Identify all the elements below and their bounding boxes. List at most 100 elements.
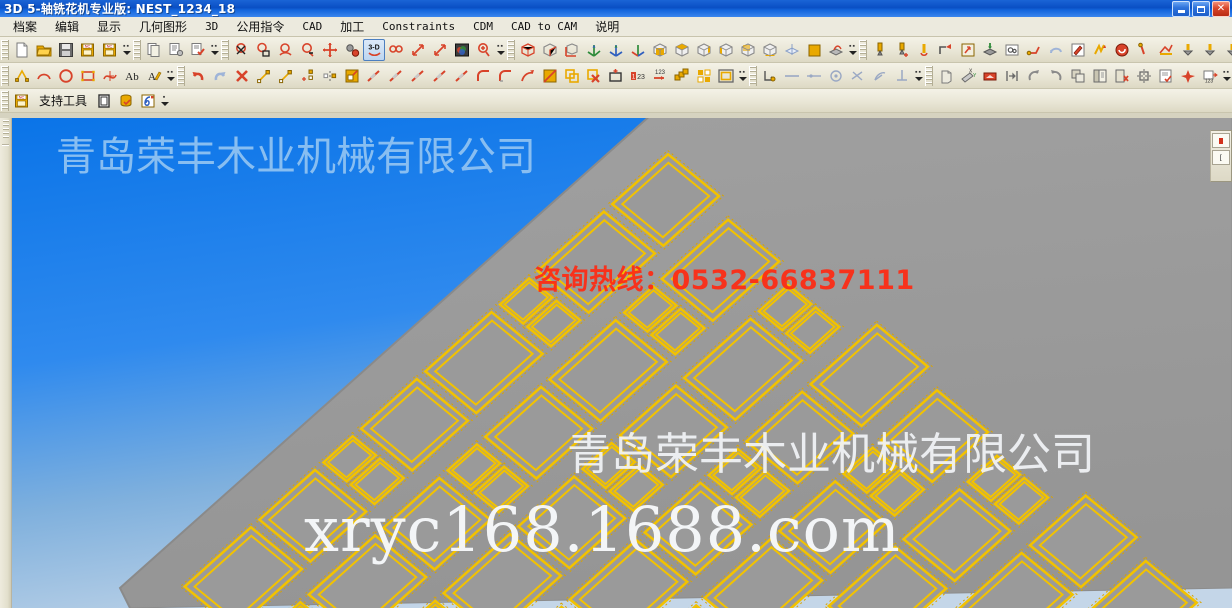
tool-swap-icon[interactable] (1221, 39, 1232, 61)
box-left-icon[interactable] (715, 39, 737, 61)
toolbar-group-grip[interactable] (859, 39, 867, 60)
square-diag-icon[interactable] (539, 65, 561, 87)
box-right-icon[interactable] (693, 39, 715, 61)
cylinder-check-icon[interactable] (115, 90, 137, 112)
copy-pages-icon[interactable] (143, 39, 165, 61)
toolbar-group-grip[interactable] (133, 39, 141, 60)
constrain-point-icon[interactable] (759, 65, 781, 87)
delete-x-icon[interactable] (231, 65, 253, 87)
new-document-icon[interactable] (11, 39, 33, 61)
menu-item-7[interactable]: 加工 (331, 16, 373, 37)
fillet-icon[interactable] (473, 65, 495, 87)
pan-move-icon[interactable] (319, 39, 341, 61)
toolbar-grip[interactable] (1, 65, 9, 86)
circle-icon[interactable] (55, 65, 77, 87)
toolbar-group-grip[interactable] (221, 39, 229, 60)
axis-rgb-icon[interactable] (627, 39, 649, 61)
line-ext-icon[interactable] (429, 65, 451, 87)
number-123-icon[interactable]: 1 23 (627, 65, 649, 87)
solid-axis-icon[interactable]: XY (957, 65, 979, 87)
toolbar-group-grip[interactable] (925, 65, 933, 86)
break-icon[interactable] (319, 65, 341, 87)
solid-revolve-icon[interactable] (1023, 65, 1045, 87)
point-icon[interactable] (11, 65, 33, 87)
undo-icon[interactable] (187, 65, 209, 87)
edit-path-icon[interactable] (1067, 39, 1089, 61)
zoom-in-icon[interactable] (473, 39, 495, 61)
toolbar-overflow-button[interactable]: ▪▪ (495, 39, 506, 61)
surface-down-icon[interactable] (979, 39, 1001, 61)
solid-layers-icon[interactable] (1089, 65, 1111, 87)
menu-item-11[interactable]: 说明 (586, 16, 628, 37)
tool-drill-icon[interactable] (869, 39, 891, 61)
spline-icon[interactable] (99, 65, 121, 87)
profile-path-icon[interactable] (1023, 39, 1045, 61)
box-bottom-icon[interactable] (759, 39, 781, 61)
toolbar-overflow-button[interactable]: ▪ (159, 90, 170, 112)
solid-extrude-icon[interactable] (935, 65, 957, 87)
toolbar-overflow-button[interactable]: ▪▪ (209, 39, 220, 61)
line-mark-icon[interactable] (451, 65, 473, 87)
menu-item-0[interactable]: 档案 (4, 16, 46, 37)
left-toolbar-rail[interactable] (0, 118, 12, 608)
left-rail-grip[interactable] (2, 120, 9, 138)
panel-toggle-icon[interactable] (93, 90, 115, 112)
solid-mirror-icon[interactable] (1001, 65, 1023, 87)
toolbar-group-grip[interactable] (177, 65, 185, 86)
view-3d-icon[interactable]: 3-D (363, 38, 385, 61)
toolbar-overflow-button[interactable]: ▪▪ (165, 65, 176, 87)
nc-load-icon[interactable]: NC (99, 39, 121, 61)
solid-rotate-icon[interactable] (1045, 65, 1067, 87)
redo-icon[interactable] (209, 65, 231, 87)
shade-render-icon[interactable] (825, 39, 847, 61)
add-entity-icon[interactable] (605, 65, 627, 87)
solid-point-red-icon[interactable] (1177, 65, 1199, 87)
close-button[interactable]: ✕ (1212, 1, 1230, 17)
zoom-fit-icon[interactable] (407, 39, 429, 61)
dim-diameter-icon[interactable] (825, 65, 847, 87)
zoom-box-icon[interactable] (253, 39, 275, 61)
menu-item-5[interactable]: 公用指令 (227, 16, 293, 37)
copy-entity-icon[interactable] (561, 65, 583, 87)
rectangle-icon[interactable] (77, 65, 99, 87)
solid-sweep-icon[interactable] (979, 65, 1001, 87)
shade-yellow-icon[interactable] (803, 39, 825, 61)
toolbar-overflow-button[interactable]: ▪▪ (913, 65, 924, 87)
zoom-window-icon[interactable] (231, 39, 253, 61)
cube-iso-icon[interactable] (517, 39, 539, 61)
menu-item-4[interactable]: 3D (196, 18, 227, 35)
pocket-in-icon[interactable] (957, 39, 979, 61)
nc-save-small-icon[interactable]: NC (11, 90, 33, 112)
post-icon[interactable] (1155, 39, 1177, 61)
verify-icon[interactable] (1133, 39, 1155, 61)
zoom-out-icon[interactable] (297, 39, 319, 61)
cube-rotate-icon[interactable] (539, 39, 561, 61)
tool-tap-icon[interactable] (913, 39, 935, 61)
toolbar-overflow-button[interactable]: ▪▪ (737, 65, 748, 87)
circle-pocket-icon[interactable] (1001, 39, 1023, 61)
flow-path-icon[interactable] (1089, 39, 1111, 61)
menu-item-1[interactable]: 编辑 (46, 16, 88, 37)
dynamic-rotate-icon[interactable] (341, 39, 363, 61)
zoom-extents-icon[interactable] (429, 39, 451, 61)
zoom-previous-icon[interactable] (275, 39, 297, 61)
solid-num-icon[interactable]: 123 (1199, 65, 1221, 87)
toolbar-grip[interactable] (1, 39, 9, 60)
axis-green-icon[interactable] (583, 39, 605, 61)
solid-removex-icon[interactable] (1111, 65, 1133, 87)
minimize-button[interactable] (1172, 1, 1190, 17)
solid-boolean-icon[interactable] (1067, 65, 1089, 87)
divide-icon[interactable] (385, 65, 407, 87)
dim-angle-icon[interactable] (869, 65, 891, 87)
rewind-path-icon[interactable] (1045, 39, 1067, 61)
nc-save-icon[interactable]: NC (77, 39, 99, 61)
report-print-icon[interactable] (165, 39, 187, 61)
grid-parts-icon[interactable] (693, 65, 715, 87)
3d-viewport[interactable]: 青岛荣丰木业机械有限公司 咨询热线：0532-66837111 青岛荣丰木业机械… (12, 118, 1232, 608)
axis-blue-icon[interactable] (605, 39, 627, 61)
extend-icon[interactable] (297, 65, 319, 87)
tool-drill-plus-icon[interactable] (891, 39, 913, 61)
simulate-icon[interactable] (1111, 39, 1133, 61)
dim-perp-icon[interactable] (891, 65, 913, 87)
menu-item-9[interactable]: CDM (464, 18, 502, 35)
